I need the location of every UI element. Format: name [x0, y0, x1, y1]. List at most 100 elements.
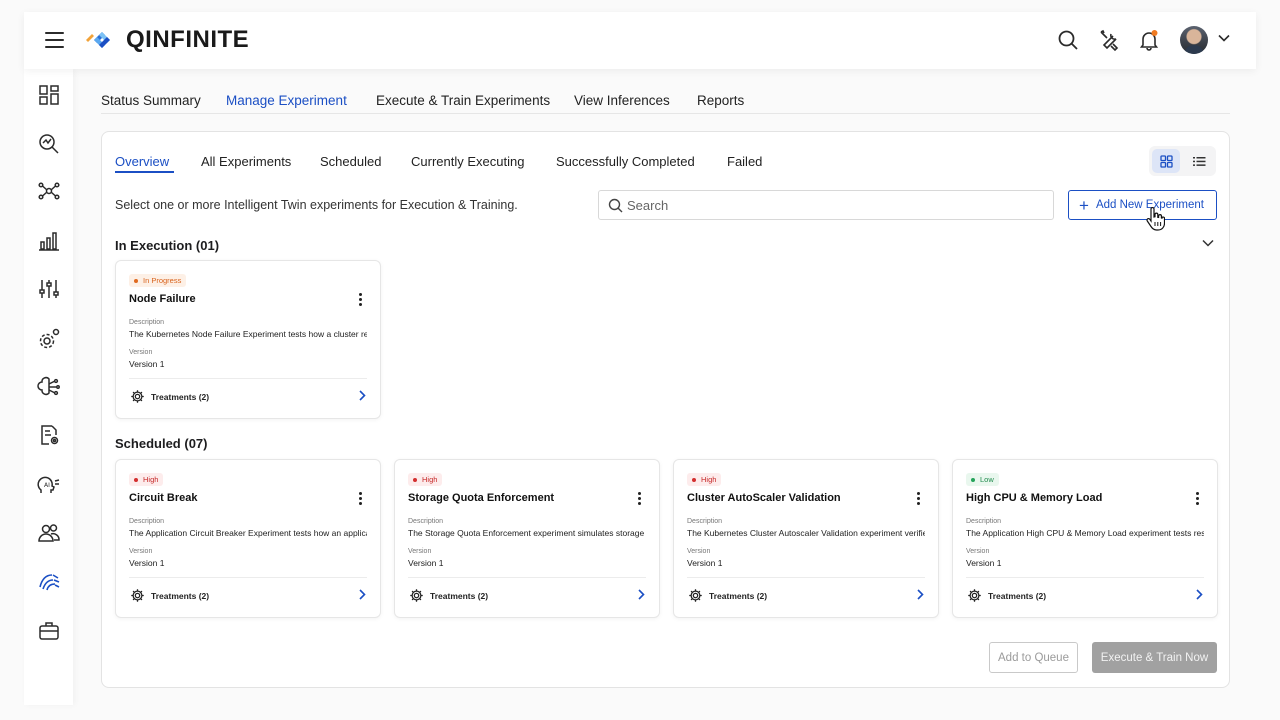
grid-view-button[interactable] [1152, 149, 1180, 173]
version-text: Version 1 [966, 558, 1002, 568]
svg-text:AI: AI [44, 482, 50, 489]
card-divider [966, 577, 1204, 578]
kebab-menu-icon[interactable] [359, 492, 363, 506]
kebab-menu-icon[interactable] [917, 492, 921, 506]
chevron-down-icon[interactable] [1218, 34, 1230, 42]
kebab-menu-icon[interactable] [1196, 492, 1200, 506]
subtab-currently-executing[interactable]: Currently Executing [411, 154, 524, 169]
treatments-label: Treatments (2) [988, 590, 1047, 601]
subtab-all-experiments[interactable]: All Experiments [201, 154, 291, 169]
card-title: Storage Quota Enforcement [408, 492, 555, 504]
tab-view-inferences[interactable]: View Inferences [574, 93, 670, 108]
card-title: Cluster AutoScaler Validation [687, 492, 841, 504]
collapse-chevron-icon[interactable] [1202, 239, 1214, 247]
status-badge-label: High [143, 475, 159, 484]
avatar[interactable] [1180, 26, 1208, 54]
description-text: The Kubernetes Node Failure Experiment t… [129, 329, 367, 339]
treatments-link[interactable]: Treatments (2) [130, 389, 209, 404]
top-header: QINFINITE [24, 12, 1256, 69]
chevron-right-icon[interactable] [917, 589, 924, 600]
treatments-link[interactable]: Treatments (2) [688, 588, 767, 603]
settings-gear-icon[interactable] [37, 327, 61, 351]
list-view-button[interactable] [1185, 149, 1213, 173]
add-new-experiment-button[interactable]: + Add New Experiment [1068, 190, 1217, 220]
kebab-menu-icon[interactable] [359, 293, 363, 307]
card-divider [687, 577, 925, 578]
subtab-successfully-completed[interactable]: Successfully Completed [556, 154, 695, 169]
section-in-execution-label: In Execution [115, 238, 193, 253]
treatments-link[interactable]: Treatments (2) [409, 588, 488, 603]
description-text: The Application Circuit Breaker Experime… [129, 528, 367, 538]
brand-name: QINFINITE [126, 26, 250, 53]
chevron-right-icon[interactable] [1196, 589, 1203, 600]
treatments-label: Treatments (2) [151, 590, 210, 601]
treatments-link[interactable]: Treatments (2) [130, 588, 209, 603]
gear-icon [131, 589, 144, 602]
briefcase-icon[interactable] [37, 619, 61, 643]
description-text: The Kubernetes Cluster Autoscaler Valida… [687, 528, 925, 538]
treatments-label: Treatments (2) [430, 590, 489, 601]
view-toggle [1149, 146, 1216, 176]
section-scheduled-count: (07) [184, 436, 208, 451]
section-scheduled-label: Scheduled [115, 436, 181, 451]
description-label: Description [129, 518, 165, 525]
experiment-card[interactable]: High Circuit Break Description The Appli… [115, 459, 381, 618]
chevron-right-icon[interactable] [359, 390, 366, 401]
bar-chart-icon[interactable] [37, 229, 61, 253]
brand-logo[interactable]: QINFINITE [84, 26, 249, 54]
card-divider [129, 577, 367, 578]
version-label: Version [966, 548, 990, 555]
chevron-right-icon[interactable] [638, 589, 645, 600]
search-icon[interactable] [1056, 28, 1080, 52]
subtab-scheduled[interactable]: Scheduled [320, 154, 381, 169]
ai-head-icon[interactable]: AI [37, 473, 61, 497]
wave-fingerprint-icon[interactable] [37, 569, 61, 593]
analytics-search-icon[interactable] [37, 131, 61, 155]
tab-execute-train[interactable]: Execute & Train Experiments [376, 93, 550, 108]
version-label: Version [687, 548, 711, 555]
chevron-right-icon[interactable] [359, 589, 366, 600]
grid-icon [1159, 154, 1173, 168]
subtab-overview[interactable]: Overview [115, 154, 169, 169]
version-label: Version [408, 548, 432, 555]
description-text: The Storage Quota Enforcement experiment… [408, 528, 646, 538]
section-scheduled-title: Scheduled (07) [115, 436, 208, 451]
sliders-icon[interactable] [37, 277, 61, 301]
tools-icon[interactable] [1097, 28, 1121, 52]
tab-reports[interactable]: Reports [697, 93, 744, 108]
status-badge-label: High [422, 475, 438, 484]
plus-icon: + [1079, 195, 1089, 215]
version-text: Version 1 [687, 558, 723, 568]
gear-icon [968, 589, 981, 602]
experiment-card[interactable]: In Progress Node Failure Description The… [115, 260, 381, 419]
version-label: Version [129, 349, 153, 356]
kebab-menu-icon[interactable] [638, 492, 642, 506]
bell-icon[interactable] [1137, 28, 1161, 52]
search-icon [608, 198, 623, 213]
subtab-failed[interactable]: Failed [727, 154, 762, 169]
card-divider [408, 577, 646, 578]
dashboard-icon[interactable] [37, 83, 61, 107]
execute-train-now-button[interactable]: Execute & Train Now [1092, 642, 1217, 673]
tab-manage-experiment[interactable]: Manage Experiment [226, 93, 347, 108]
card-title: Circuit Break [129, 492, 198, 504]
app-frame: QINFINITE AI Status Summary Manage Exper… [0, 0, 1280, 720]
users-icon[interactable] [37, 521, 61, 545]
description-text: The Application High CPU & Memory Load e… [966, 528, 1204, 538]
tab-status-summary[interactable]: Status Summary [101, 93, 201, 108]
menu-icon[interactable] [45, 32, 64, 48]
treatments-link[interactable]: Treatments (2) [967, 588, 1046, 603]
network-icon[interactable] [37, 179, 61, 203]
active-subtab-indicator [115, 171, 174, 173]
version-label: Version [129, 548, 153, 555]
experiment-card[interactable]: Low High CPU & Memory Load Description T… [952, 459, 1218, 618]
description-label: Description [687, 518, 723, 525]
document-settings-icon[interactable] [37, 423, 61, 447]
add-to-queue-button[interactable]: Add to Queue [989, 642, 1078, 673]
search-input[interactable] [627, 191, 1047, 219]
card-title: High CPU & Memory Load [966, 492, 1103, 504]
brain-network-icon[interactable] [37, 375, 61, 399]
version-text: Version 1 [408, 558, 444, 568]
experiment-card[interactable]: High Cluster AutoScaler Validation Descr… [673, 459, 939, 618]
experiment-card[interactable]: High Storage Quota Enforcement Descripti… [394, 459, 660, 618]
